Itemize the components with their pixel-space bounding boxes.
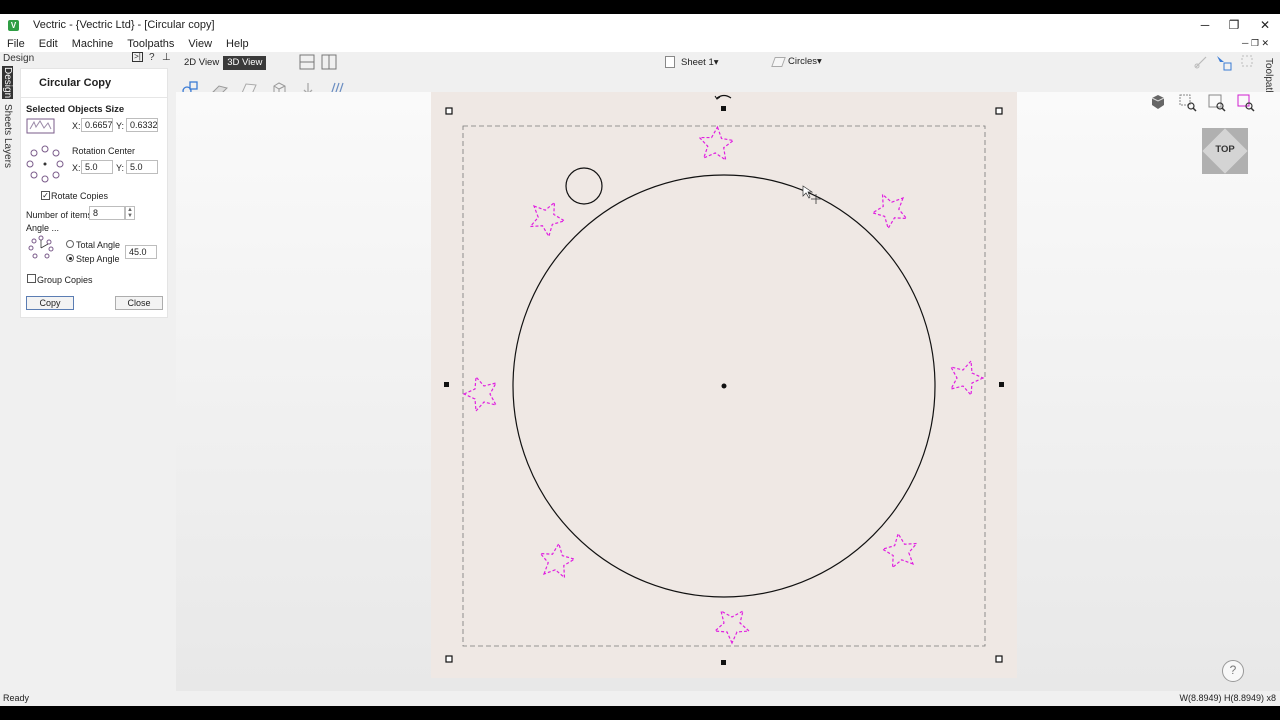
status-bar: Ready W(8.8949) H(8.8949) x8 [0, 691, 1280, 706]
center-y-field[interactable]: 5.0 [126, 160, 158, 174]
menu-view[interactable]: View [181, 38, 219, 50]
layer-selector[interactable]: Circles ▾ [771, 56, 822, 67]
resize-handle-top-right[interactable] [995, 107, 1003, 115]
number-of-items-label: Number of items [26, 210, 93, 220]
number-of-items-field[interactable]: 8 [89, 206, 125, 220]
app-logo-icon: V [8, 19, 19, 31]
size-x-label: X: [72, 121, 81, 131]
resize-handle-left[interactable] [444, 382, 449, 387]
selected-size-title: Selected Objects Size [26, 104, 125, 115]
rotate-copies-label: Rotate Copies [51, 191, 109, 201]
rotation-center-diagram-icon [26, 145, 64, 183]
close-button[interactable]: Close [115, 296, 163, 310]
tab-sheets[interactable]: Sheets [2, 104, 13, 135]
view-cube-label: TOP [1215, 144, 1235, 155]
resize-handle-bottom[interactable] [721, 660, 726, 665]
size-y-field[interactable]: 0.6332 [126, 118, 158, 132]
sheet-selector[interactable]: Sheet 1 ▾ [665, 56, 719, 68]
selection-size-readout: W(8.8949) H(8.8949) x8 [1179, 693, 1276, 703]
dropdown-arrow-icon: ▾ [713, 56, 719, 68]
angle-diagram-icon [28, 235, 54, 259]
design-canvas[interactable] [176, 92, 1280, 692]
menu-bar: File Edit Machine Toolpaths View Help [0, 36, 1280, 52]
number-spinner[interactable]: ▲ ▼ [125, 206, 135, 220]
menu-machine[interactable]: Machine [65, 38, 121, 50]
rotation-center-point[interactable] [721, 383, 727, 389]
resize-handle-bottom-right[interactable] [995, 655, 1003, 663]
menu-edit[interactable]: Edit [32, 38, 65, 50]
menu-file[interactable]: File [0, 38, 32, 50]
sheet-icon [665, 56, 675, 68]
resize-handle-right[interactable] [999, 382, 1004, 387]
zoom-extents-icon[interactable] [1208, 94, 1226, 112]
restore-button[interactable]: ❐ [1219, 14, 1249, 36]
angle-value-field[interactable]: 45.0 [125, 245, 157, 259]
dropdown-arrow-icon: ▾ [817, 56, 822, 67]
transform-icon[interactable] [1240, 54, 1254, 68]
size-y-label: Y: [116, 121, 125, 131]
mdi-controls: ─ ❐ ✕ [1242, 38, 1269, 49]
center-x-field[interactable]: 5.0 [81, 160, 113, 174]
tab-3d-view[interactable]: 3D View [223, 56, 267, 70]
help-icon[interactable]: ? [149, 52, 155, 63]
select-shapes-icon[interactable] [1215, 54, 1233, 72]
left-tab-strip: Design Sheets Layers [0, 64, 16, 174]
close-window-button[interactable]: ✕ [1250, 14, 1280, 36]
tab-layers[interactable]: Layers [2, 138, 13, 168]
minimize-button[interactable]: ─ [1190, 14, 1220, 36]
tab-design[interactable]: Design [2, 66, 13, 100]
application-window: V Vectric - {Vectric Ltd} - [Circular co… [0, 14, 1280, 706]
zoom-selected-icon[interactable] [1237, 94, 1255, 112]
center-y-label: Y: [116, 163, 125, 173]
panel-header: Design >| ? ⊥ [0, 52, 174, 65]
view-shading-icon[interactable] [1150, 94, 1166, 110]
resize-handle-bottom-left[interactable] [445, 655, 453, 663]
angle-title: Angle ... [26, 223, 60, 233]
split-vertical-icon[interactable] [321, 54, 337, 70]
resize-handle-top-left[interactable] [445, 107, 453, 115]
total-angle-radio[interactable] [66, 240, 74, 248]
zoom-box-icon[interactable] [1179, 94, 1197, 112]
group-copies-label: Group Copies [37, 275, 93, 285]
circular-copy-panel: Circular Copy Selected Objects Size X: 0… [20, 68, 168, 318]
split-horizontal-icon[interactable] [299, 54, 315, 70]
status-text: Ready [3, 693, 30, 703]
step-angle-radio[interactable] [66, 254, 74, 262]
view-cube[interactable]: TOP [1202, 128, 1248, 174]
group-copies-checkbox[interactable] [27, 274, 36, 283]
help-button[interactable]: ? [1222, 660, 1244, 682]
sheet-selector-label: Sheet 1 [681, 56, 714, 68]
rotate-copies-checkbox[interactable]: ✓ [41, 191, 50, 200]
tab-2d-view[interactable]: 2D View [180, 56, 223, 70]
view-tabs: 2D View 3D View [180, 56, 267, 70]
layer-selector-label: Circles [788, 56, 818, 67]
step-angle-label: Step Angle [76, 254, 120, 264]
mdi-minimize-icon[interactable]: ─ [1242, 38, 1251, 48]
node-edit-icon[interactable] [1193, 54, 1209, 70]
collapse-panel-icon[interactable]: >| [132, 52, 143, 62]
divider [21, 97, 167, 98]
menu-toolpaths[interactable]: Toolpaths [120, 38, 181, 50]
panel-title: Design [3, 53, 35, 64]
mdi-restore-icon[interactable]: ❐ [1251, 38, 1262, 48]
layer-icon [771, 56, 786, 67]
total-angle-label: Total Angle [76, 240, 121, 250]
mdi-close-icon[interactable]: ✕ [1261, 38, 1269, 48]
menu-help[interactable]: Help [219, 38, 256, 50]
center-x-label: X: [72, 163, 81, 173]
resize-handle-top[interactable] [721, 106, 726, 111]
size-diagram-icon [26, 118, 55, 134]
pin-icon[interactable]: ⊥ [162, 52, 171, 63]
size-x-field[interactable]: 0.6657 [81, 118, 113, 132]
title-bar: V Vectric - {Vectric Ltd} - [Circular co… [0, 14, 1280, 36]
rotation-center-title: Rotation Center [72, 146, 136, 156]
copy-button[interactable]: Copy [26, 296, 74, 310]
3d-viewport[interactable]: TOP ? [176, 92, 1280, 692]
panel-heading: Circular Copy [39, 77, 112, 89]
window-title: Vectric - {Vectric Ltd} - [Circular copy… [33, 19, 215, 31]
